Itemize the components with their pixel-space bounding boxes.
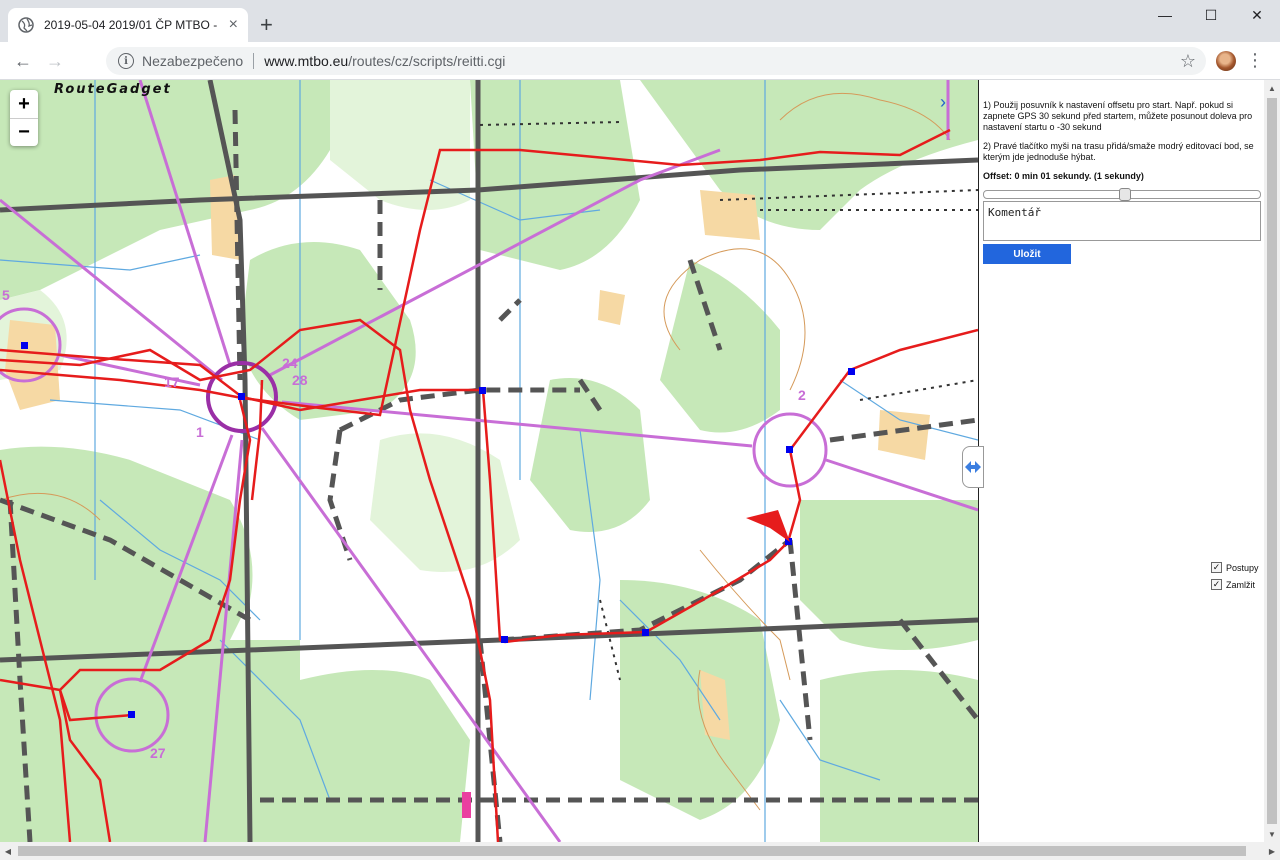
vertical-scroll-thumb[interactable] <box>1267 98 1277 824</box>
window-minimize-button[interactable]: — <box>1142 0 1188 30</box>
legs-checkbox-label: Postupy <box>1226 562 1259 573</box>
orienteering-map[interactable]: 5 17 24 28 1 2 27 RouteGadget + − › <box>0 80 978 842</box>
offset-label: Offset: 0 min 01 sekundy. (1 sekundy) <box>983 171 1144 181</box>
map-canvas[interactable]: 5 17 24 28 1 2 27 <box>0 80 978 842</box>
zoom-in-button[interactable]: + <box>10 90 38 118</box>
browser-toolbar: ← → i Nezabezpečeno www.mtbo.eu/routes/c… <box>0 42 1280 80</box>
tab-close-icon[interactable]: × <box>229 17 238 33</box>
control-label-24: 24 <box>282 355 298 371</box>
bookmark-star-icon[interactable]: ☆ <box>1180 51 1196 72</box>
routegadget-logo: RouteGadget <box>54 82 172 97</box>
control-label-5: 5 <box>2 287 10 303</box>
browser-tab[interactable]: 2019-05-04 2019/01 ČP MTBO - × <box>8 8 248 42</box>
fog-checkbox[interactable]: ✓ <box>1211 579 1222 590</box>
info-icon[interactable]: i <box>118 53 134 69</box>
chevron-right-icon[interactable]: › <box>940 92 946 113</box>
legs-checkbox-row[interactable]: ✓ Postupy <box>1211 562 1259 573</box>
scroll-up-icon[interactable]: ▲ <box>1264 80 1280 96</box>
forward-button[interactable]: → <box>44 50 66 72</box>
offset-slider-thumb[interactable] <box>1119 188 1131 201</box>
control-label-1: 1 <box>196 424 204 440</box>
back-button[interactable]: ← <box>12 50 34 72</box>
address-bar[interactable]: i Nezabezpečeno www.mtbo.eu/routes/cz/sc… <box>106 47 1206 75</box>
double-arrow-icon <box>965 461 981 473</box>
route-edit-panel: 1) Použij posuvník k nastavení offsetu p… <box>979 80 1264 842</box>
zoom-control: + − <box>10 90 38 146</box>
window-close-button[interactable]: ✕ <box>1234 0 1280 30</box>
control-label-2: 2 <box>798 387 806 403</box>
zoom-out-button[interactable]: − <box>10 118 38 146</box>
url-text: www.mtbo.eu/routes/cz/scripts/reitti.cgi <box>264 53 505 69</box>
vertical-scrollbar[interactable]: ▲ ▼ <box>1264 80 1280 842</box>
fog-checkbox-row[interactable]: ✓ Zamlžit <box>1211 579 1259 590</box>
map-flag <box>462 792 471 818</box>
display-options: ✓ Postupy ✓ Zamlžit <box>1211 562 1259 596</box>
scroll-down-icon[interactable]: ▼ <box>1264 826 1280 842</box>
save-button[interactable]: Uložit <box>983 244 1071 264</box>
control-label-28: 28 <box>292 372 308 388</box>
security-label: Nezabezpečeno <box>142 53 244 69</box>
profile-avatar[interactable] <box>1216 51 1236 71</box>
scroll-left-icon[interactable]: ◀ <box>0 843 16 859</box>
comment-field[interactable]: Komentář <box>983 201 1261 241</box>
offset-slider[interactable] <box>983 188 1261 201</box>
instruction-offset: 1) Použij posuvník k nastavení offsetu p… <box>983 100 1253 132</box>
runner-marker <box>746 510 790 542</box>
browser-titlebar: 2019-05-04 2019/01 ČP MTBO - × + — ☐ ✕ <box>0 0 1280 42</box>
window-maximize-button[interactable]: ☐ <box>1188 0 1234 30</box>
control-label-17: 17 <box>164 374 180 390</box>
globe-icon <box>18 17 34 33</box>
control-label-27: 27 <box>150 745 166 761</box>
resize-handle[interactable] <box>962 446 984 488</box>
instruction-edit-point: 2) Pravé tlačítko myši na trasu přidá/sm… <box>983 141 1254 162</box>
horizontal-scroll-thumb[interactable] <box>18 846 1246 856</box>
tab-title: 2019-05-04 2019/01 ČP MTBO - <box>44 18 218 32</box>
url-path: /routes/cz/scripts/reitti.cgi <box>348 53 506 69</box>
address-separator <box>253 53 255 69</box>
fog-checkbox-label: Zamlžit <box>1226 579 1255 590</box>
legs-checkbox[interactable]: ✓ <box>1211 562 1222 573</box>
new-tab-button[interactable]: + <box>260 14 273 36</box>
scroll-right-icon[interactable]: ▶ <box>1264 843 1280 859</box>
horizontal-scrollbar[interactable]: ◀ ▶ <box>0 842 1280 860</box>
browser-menu-icon[interactable]: ⋮ <box>1246 49 1264 71</box>
url-host: www.mtbo.eu <box>264 53 349 69</box>
